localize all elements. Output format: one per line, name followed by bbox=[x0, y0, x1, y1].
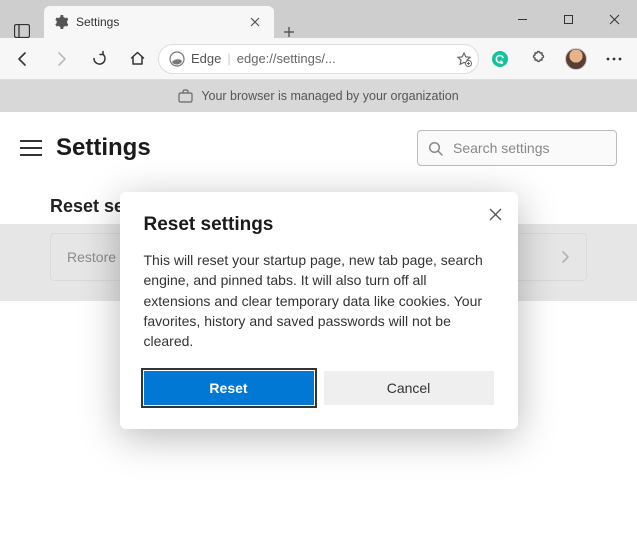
browser-toolbar: Edge | edge://settings/... bbox=[0, 38, 637, 80]
edge-icon bbox=[169, 51, 185, 67]
minimize-button[interactable] bbox=[499, 0, 545, 38]
cancel-button[interactable]: Cancel bbox=[324, 371, 494, 405]
search-input[interactable]: Search settings bbox=[417, 130, 617, 166]
maximize-button[interactable] bbox=[545, 0, 591, 38]
briefcase-icon bbox=[178, 89, 193, 103]
dialog-body: This will reset your startup page, new t… bbox=[144, 250, 494, 351]
menu-button[interactable] bbox=[20, 140, 42, 156]
page-title: Settings bbox=[56, 134, 403, 162]
search-icon bbox=[428, 141, 443, 156]
forward-button[interactable] bbox=[44, 42, 78, 76]
address-url: edge://settings/... bbox=[237, 51, 450, 66]
more-menu-button[interactable] bbox=[597, 42, 631, 76]
address-product: Edge bbox=[191, 51, 221, 66]
dialog-buttons: Reset Cancel bbox=[144, 371, 494, 405]
address-bar[interactable]: Edge | edge://settings/... bbox=[158, 44, 479, 74]
window-controls bbox=[499, 0, 637, 38]
tab-strip: Settings bbox=[0, 0, 499, 38]
gear-icon bbox=[54, 15, 68, 29]
new-tab-button[interactable] bbox=[274, 26, 304, 38]
managed-banner: Your browser is managed by your organiza… bbox=[0, 80, 637, 112]
search-placeholder: Search settings bbox=[453, 140, 550, 156]
window-titlebar: Settings bbox=[0, 0, 637, 38]
grammarly-extension-icon[interactable] bbox=[483, 42, 517, 76]
tab-actions-button[interactable] bbox=[0, 24, 44, 38]
tab-close-button[interactable] bbox=[250, 17, 264, 27]
dialog-title: Reset settings bbox=[144, 214, 494, 236]
dialog-close-button[interactable] bbox=[486, 204, 506, 224]
favorite-icon[interactable] bbox=[456, 51, 472, 67]
refresh-button[interactable] bbox=[82, 42, 116, 76]
browser-tab[interactable]: Settings bbox=[44, 6, 274, 38]
extensions-button[interactable] bbox=[521, 42, 555, 76]
settings-header: Settings Search settings bbox=[0, 112, 637, 176]
close-window-button[interactable] bbox=[591, 0, 637, 38]
profile-avatar[interactable] bbox=[559, 42, 593, 76]
back-button[interactable] bbox=[6, 42, 40, 76]
home-button[interactable] bbox=[120, 42, 154, 76]
managed-text: Your browser is managed by your organiza… bbox=[201, 89, 458, 103]
tab-title: Settings bbox=[76, 15, 242, 29]
address-separator: | bbox=[227, 51, 230, 66]
reset-button[interactable]: Reset bbox=[144, 371, 314, 405]
reset-dialog: Reset settings This will reset your star… bbox=[120, 192, 518, 429]
